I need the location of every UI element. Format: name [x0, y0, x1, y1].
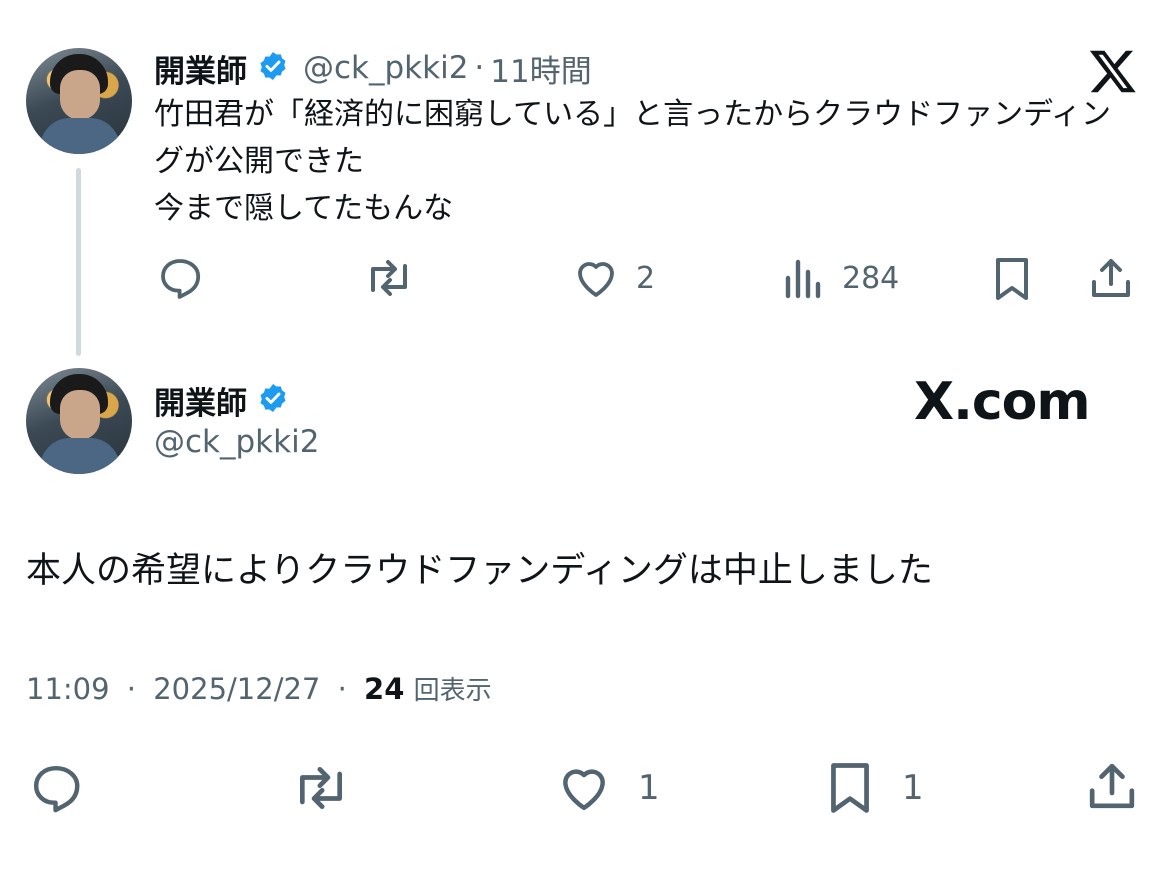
- reply-icon: [161, 259, 201, 299]
- avatar-second-tweet[interactable]: [26, 368, 132, 474]
- x-logo-icon[interactable]: [1088, 46, 1138, 96]
- share-icon: [1092, 259, 1130, 297]
- x-com-logo: X.com: [914, 372, 1091, 432]
- first-tweet-header: 開業師 @ck_pkki2 · 11時間: [154, 46, 592, 90]
- first-tweet-text: 竹田君が「経済的に困窮している」と言ったからクラウドファンディングが公開できた …: [154, 97, 1111, 226]
- views-label: 回表示: [413, 676, 492, 706]
- bookmark-button[interactable]: 1: [824, 758, 924, 818]
- repost-button[interactable]: [362, 254, 432, 302]
- reply-icon: [33, 765, 80, 813]
- author-handle[interactable]: @ck_pkki2: [154, 424, 319, 460]
- second-tweet-text: 本人の希望によりクラウドファンディングは中止しました: [26, 551, 933, 591]
- tweet-timestamp[interactable]: 11時間: [490, 46, 591, 91]
- repost-icon: [371, 260, 407, 296]
- like-icon: [578, 262, 614, 297]
- repost-button[interactable]: [290, 760, 352, 816]
- author-handle[interactable]: @ck_pkki2: [303, 50, 468, 86]
- share-icon: [1089, 763, 1135, 809]
- bookmark-count: 1: [902, 768, 924, 808]
- views-button[interactable]: 284: [782, 254, 899, 302]
- tweet-time[interactable]: 11:09: [26, 672, 110, 706]
- share-button[interactable]: [1084, 758, 1140, 814]
- meta-separator: ·: [126, 672, 137, 706]
- verified-badge-icon: [257, 382, 289, 418]
- avatar-first-tweet[interactable]: [26, 48, 132, 154]
- like-count: 1: [638, 768, 660, 808]
- author-name[interactable]: 開業師: [154, 378, 247, 423]
- like-icon: [563, 769, 605, 811]
- meta-separator: ·: [474, 50, 485, 86]
- views-count: 24: [364, 672, 405, 706]
- meta-separator: ·: [337, 672, 347, 706]
- reply-button[interactable]: [156, 254, 220, 302]
- view-count: 284: [842, 260, 900, 296]
- reply-button[interactable]: [28, 760, 84, 816]
- views-icon: [785, 259, 821, 299]
- like-button[interactable]: 1: [556, 760, 660, 816]
- like-button[interactable]: 2: [572, 254, 655, 302]
- thread-connector-line: [76, 168, 81, 356]
- bookmark-icon: [996, 258, 1028, 300]
- bookmark-icon: [831, 763, 869, 813]
- tweet-date[interactable]: 2025/12/27: [153, 672, 320, 706]
- tweet-meta: 11:09 · 2025/12/27 · 24 回表示: [26, 670, 492, 707]
- bookmark-button[interactable]: [990, 254, 1034, 304]
- second-tweet-author: 開業師: [154, 378, 289, 422]
- repost-icon: [300, 767, 342, 809]
- share-button[interactable]: [1087, 254, 1135, 302]
- verified-badge-icon: [257, 50, 289, 86]
- like-count: 2: [636, 260, 656, 296]
- author-name[interactable]: 開業師: [154, 46, 247, 91]
